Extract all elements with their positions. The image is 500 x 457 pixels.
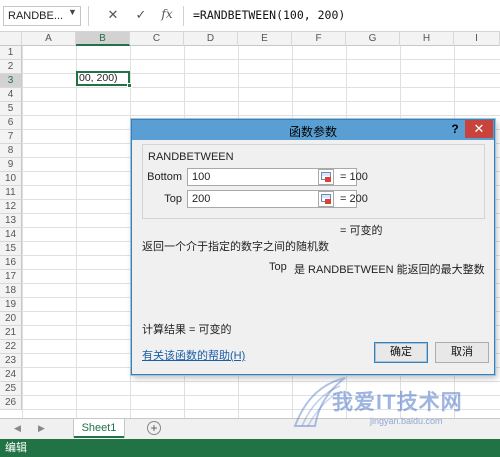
status-bar: 编辑 (0, 439, 500, 457)
column-header[interactable]: E (238, 32, 292, 46)
column-headers: A B C D E F G H I (0, 32, 500, 46)
watermark-text: 我爱IT技术网 (332, 391, 463, 414)
row-header[interactable]: 17 (0, 270, 22, 284)
row-header[interactable]: 19 (0, 298, 22, 312)
collapse-dialog-icon[interactable] (318, 169, 334, 185)
column-header[interactable]: G (346, 32, 400, 46)
enter-icon[interactable]: ✓ (132, 7, 150, 23)
argument-name: Top (269, 261, 287, 273)
column-header[interactable]: D (184, 32, 238, 46)
column-header[interactable]: A (22, 32, 76, 46)
active-cell[interactable]: 00, 200) (76, 71, 130, 86)
collapse-dialog-icon[interactable] (318, 191, 334, 207)
cancel-icon[interactable]: ✕ (104, 7, 122, 23)
argument-description: 是 RANDBETWEEN 能返回的最大整数 (294, 264, 485, 276)
function-name: RANDBETWEEN (148, 151, 234, 163)
scroll-left-icon[interactable]: ◀ (14, 423, 21, 434)
row-header[interactable]: 13 (0, 214, 22, 228)
row-header[interactable]: 8 (0, 144, 22, 158)
row-header[interactable]: 4 (0, 88, 22, 102)
formula-result: = 可变的 (340, 225, 383, 237)
row-header[interactable]: 26 (0, 396, 22, 410)
row-header[interactable]: 6 (0, 116, 22, 130)
row-header[interactable]: 22 (0, 340, 22, 354)
formula-input[interactable]: =RANDBETWEEN(100, 200) (193, 8, 345, 22)
row-header[interactable]: 18 (0, 284, 22, 298)
column-header[interactable]: B (76, 32, 130, 46)
select-all-corner[interactable] (0, 32, 22, 46)
row-header[interactable]: 16 (0, 256, 22, 270)
row-header[interactable]: 12 (0, 200, 22, 214)
column-header[interactable]: F (292, 32, 346, 46)
row-header[interactable]: 15 (0, 242, 22, 256)
row-header[interactable]: 2 (0, 60, 22, 74)
scroll-right-icon[interactable]: ▶ (38, 423, 45, 434)
column-header[interactable]: C (130, 32, 184, 46)
row-header[interactable]: 21 (0, 326, 22, 340)
fill-handle[interactable] (127, 83, 132, 88)
divider (88, 6, 89, 26)
name-box-dropdown-icon[interactable]: ▼ (68, 7, 77, 17)
row-header[interactable]: 1 (0, 46, 22, 60)
help-icon[interactable]: ? (448, 122, 462, 136)
row-header[interactable]: 5 (0, 102, 22, 116)
row-header[interactable]: 10 (0, 172, 22, 186)
top-result: = 200 (340, 193, 368, 205)
row-header[interactable]: 9 (0, 158, 22, 172)
formula-bar: RANDBE... ▼ ✕ ✓ fx =RANDBETWEEN(100, 200… (0, 0, 500, 32)
row-header[interactable]: 25 (0, 382, 22, 396)
calculation-result: 计算结果 = 可变的 (142, 324, 232, 336)
dialog-title-bar[interactable]: 函数参数 ? ✕ (132, 120, 494, 140)
cancel-button[interactable]: 取消 (435, 342, 489, 363)
column-header[interactable]: I (454, 32, 500, 46)
sheet-tab-sheet1[interactable]: Sheet1 (74, 419, 124, 438)
column-header[interactable]: H (400, 32, 454, 46)
function-help-link[interactable]: 有关该函数的帮助(H) (142, 347, 245, 363)
row-header[interactable]: 24 (0, 368, 22, 382)
row-header[interactable]: 3 (0, 74, 22, 88)
top-label: Top (164, 193, 182, 205)
row-header[interactable]: 11 (0, 186, 22, 200)
bottom-result: = 100 (340, 171, 368, 183)
insert-function-button[interactable]: fx (158, 7, 176, 21)
row-header[interactable]: 14 (0, 228, 22, 242)
row-header[interactable]: 7 (0, 130, 22, 144)
function-arguments-dialog: 函数参数 ? ✕ RANDBETWEEN Bottom 100 = 100 To… (131, 119, 495, 375)
divider (183, 6, 184, 26)
dialog-title: 函数参数 (288, 125, 337, 139)
status-mode: 编辑 (5, 442, 27, 454)
row-header[interactable]: 23 (0, 354, 22, 368)
ok-button[interactable]: 确定 (374, 342, 428, 363)
watermark: 我爱IT技术网 jingyan.baidu.com (290, 376, 490, 432)
add-sheet-button[interactable]: + (147, 421, 161, 435)
bottom-label: Bottom (147, 171, 182, 183)
row-header[interactable]: 20 (0, 312, 22, 326)
close-button[interactable]: ✕ (465, 120, 493, 138)
watermark-url: jingyan.baidu.com (370, 416, 443, 426)
function-description: 返回一个介于指定的数字之间的随机数 (142, 241, 329, 253)
